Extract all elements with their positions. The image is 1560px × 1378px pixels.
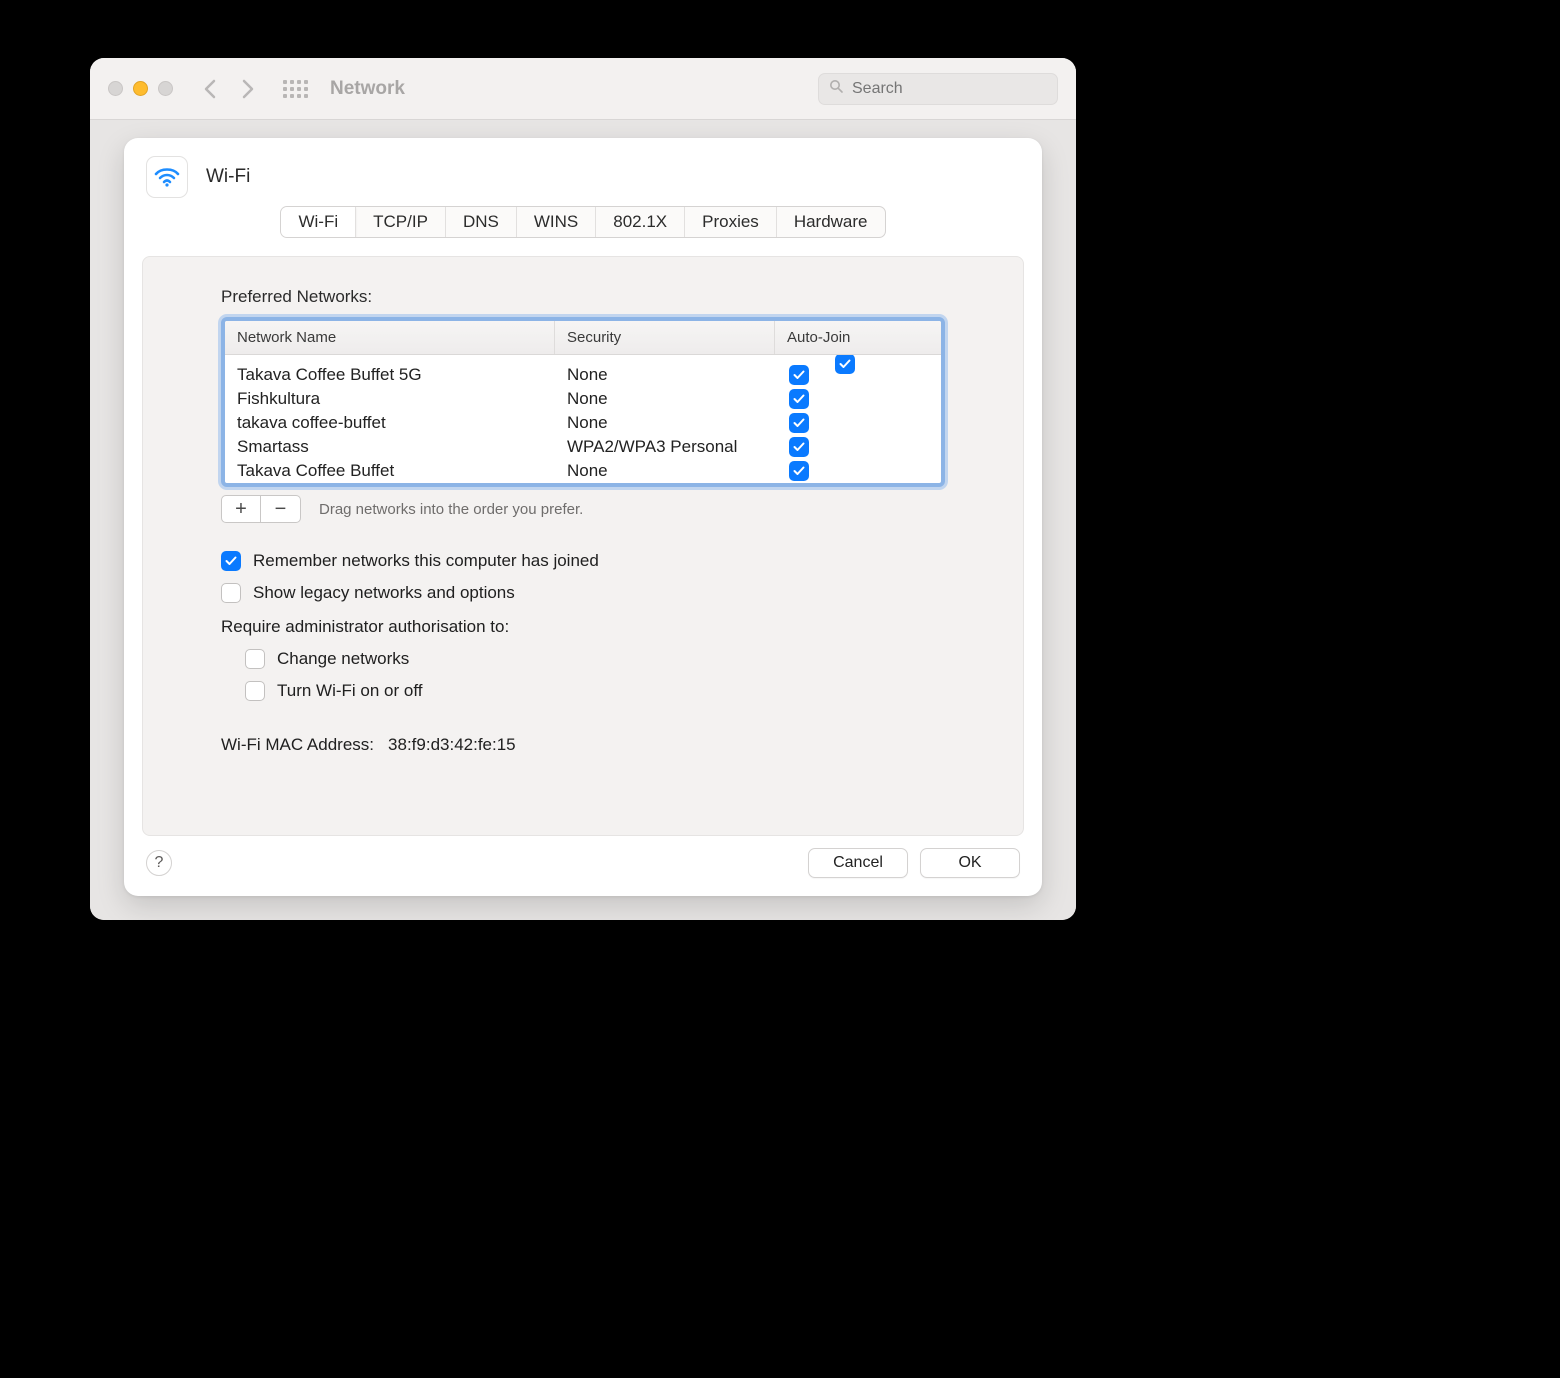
remember-networks-checkbox[interactable]	[221, 551, 241, 571]
show-legacy-checkbox[interactable]	[221, 583, 241, 603]
network-security: WPA2/WPA3 Personal	[567, 437, 787, 457]
col-autojoin[interactable]: Auto-Join	[775, 321, 941, 354]
table-row[interactable]: Fishkultura None	[225, 387, 941, 411]
table-body: Takava Coffee Buffet 5G None Fishkultura…	[225, 355, 941, 483]
tab-hardware[interactable]: Hardware	[777, 207, 885, 237]
show-all-icon[interactable]	[283, 80, 308, 98]
col-security[interactable]: Security	[555, 321, 775, 354]
preferred-networks-label: Preferred Networks:	[221, 287, 945, 307]
network-name: Smartass	[237, 437, 567, 457]
ok-button[interactable]: OK	[920, 848, 1020, 878]
admin-change-checkbox[interactable]	[245, 649, 265, 669]
show-legacy-label: Show legacy networks and options	[253, 583, 515, 603]
autojoin-checkbox[interactable]	[789, 437, 809, 457]
tab-wins[interactable]: WINS	[517, 207, 596, 237]
network-security: None	[567, 365, 787, 385]
autojoin-checkbox[interactable]	[789, 413, 809, 433]
table-row[interactable]: Smartass WPA2/WPA3 Personal	[225, 435, 941, 459]
add-network-button[interactable]: +	[221, 495, 261, 523]
mac-address-label: Wi-Fi MAC Address:	[221, 735, 374, 755]
table-row[interactable]	[225, 355, 941, 363]
table-header: Network Name Security Auto-Join	[225, 321, 941, 355]
network-security: None	[567, 413, 787, 433]
admin-wifi-label: Turn Wi-Fi on or off	[277, 681, 422, 701]
tab-dns[interactable]: DNS	[446, 207, 517, 237]
network-name: Takava Coffee Buffet 5G	[237, 365, 567, 385]
nav-arrows	[203, 79, 255, 99]
window-title: Network	[330, 78, 405, 100]
autojoin-checkbox[interactable]	[835, 355, 855, 374]
tab-bar: Wi-Fi TCP/IP DNS WINS 802.1X Proxies Har…	[280, 206, 885, 238]
traffic-lights	[108, 81, 173, 96]
remove-network-button[interactable]: −	[261, 495, 301, 523]
table-row[interactable]: Takava Coffee Buffet 5G None	[225, 363, 941, 387]
prefs-window: Network Wi-Fi Wi-Fi TCP/I	[90, 58, 1076, 920]
window-zoom[interactable]	[158, 81, 173, 96]
network-name: Fishkultura	[237, 389, 567, 409]
admin-change-row: Change networks	[245, 649, 945, 669]
table-row[interactable]: takava coffee-buffet None	[225, 411, 941, 435]
admin-auth-label: Require administrator authorisation to:	[221, 617, 945, 637]
autojoin-checkbox[interactable]	[789, 365, 809, 385]
forward-button[interactable]	[242, 79, 255, 99]
autojoin-checkbox[interactable]	[789, 389, 809, 409]
add-remove-group: + −	[221, 495, 301, 523]
advanced-sheet: Wi-Fi Wi-Fi TCP/IP DNS WINS 802.1X Proxi…	[124, 138, 1042, 896]
admin-wifi-checkbox[interactable]	[245, 681, 265, 701]
col-network-name[interactable]: Network Name	[225, 321, 555, 354]
admin-change-label: Change networks	[277, 649, 409, 669]
content-box: Preferred Networks: Network Name Securit…	[142, 256, 1024, 836]
admin-wifi-row: Turn Wi-Fi on or off	[245, 681, 945, 701]
drag-hint: Drag networks into the order you prefer.	[319, 501, 583, 518]
tab-8021x[interactable]: 802.1X	[596, 207, 685, 237]
window-close[interactable]	[108, 81, 123, 96]
search-input[interactable]	[852, 80, 1059, 98]
help-button[interactable]: ?	[146, 850, 172, 876]
tab-wifi[interactable]: Wi-Fi	[281, 207, 356, 237]
sheet-title: Wi-Fi	[206, 166, 250, 188]
tab-proxies[interactable]: Proxies	[685, 207, 777, 237]
autojoin-checkbox[interactable]	[789, 461, 809, 481]
window-minimize[interactable]	[133, 81, 148, 96]
search-icon	[829, 79, 844, 99]
wifi-icon	[146, 156, 188, 198]
remember-networks-row: Remember networks this computer has join…	[221, 551, 945, 571]
preferred-networks-table[interactable]: Network Name Security Auto-Join Takava C…	[221, 317, 945, 487]
show-legacy-row: Show legacy networks and options	[221, 583, 945, 603]
tab-tcpip[interactable]: TCP/IP	[356, 207, 446, 237]
remember-networks-label: Remember networks this computer has join…	[253, 551, 599, 571]
network-name: Takava Coffee Buffet	[237, 461, 567, 481]
cancel-button[interactable]: Cancel	[808, 848, 908, 878]
network-name: takava coffee-buffet	[237, 413, 567, 433]
search-field[interactable]	[818, 73, 1058, 105]
network-security: None	[567, 389, 787, 409]
table-row[interactable]: Takava Coffee Buffet None	[225, 459, 941, 483]
back-button[interactable]	[203, 79, 216, 99]
titlebar: Network	[90, 58, 1076, 120]
mac-address-value: 38:f9:d3:42:fe:15	[388, 735, 516, 755]
network-security: None	[567, 461, 787, 481]
